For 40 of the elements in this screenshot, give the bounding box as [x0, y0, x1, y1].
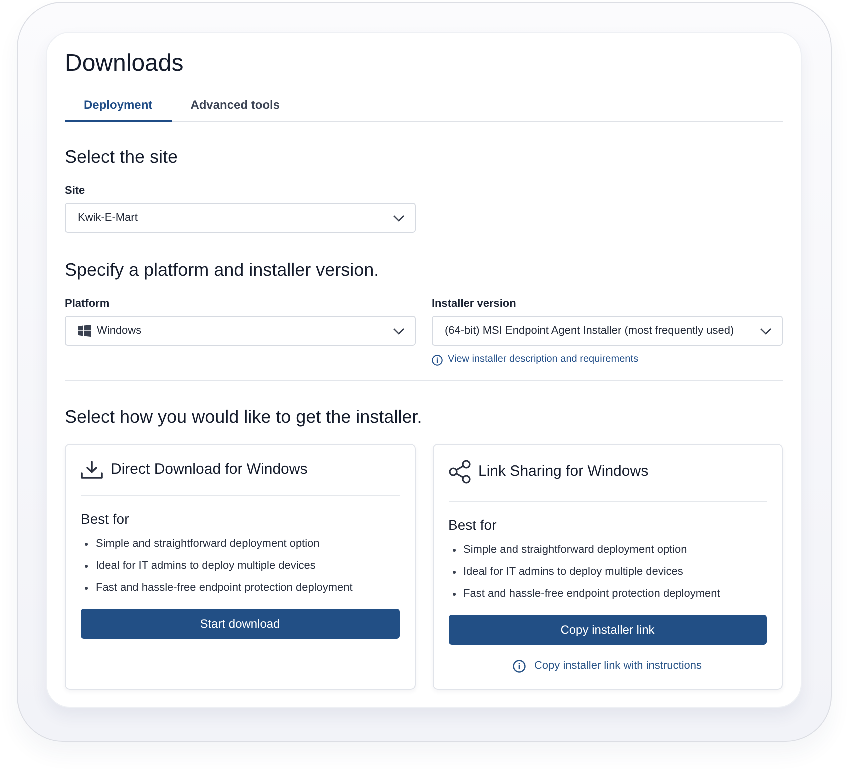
download-icon — [81, 461, 103, 479]
info-icon — [432, 354, 443, 366]
list-item-text: Ideal for IT admins to deploy multiple devices — [96, 560, 316, 572]
list-item-text: Simple and straightforward deployment option — [464, 544, 688, 556]
tab[interactable]: Advanced tools — [172, 90, 300, 122]
site-select[interactable]: Kwik-E-Mart — [65, 203, 416, 233]
bullet-icon — [452, 548, 456, 552]
field-label: Installer version — [432, 297, 516, 311]
card-subheading: Best for — [81, 510, 130, 528]
chevron-down-icon — [393, 328, 405, 334]
installer-version-select[interactable]: (64-bit) MSI Endpoint Agent Installer (most frequently used) — [432, 316, 783, 346]
card-subheading: Best for — [448, 516, 498, 534]
info-icon — [513, 660, 526, 672]
list-item-text: Fast and hassle-free endpoint protection deployment — [464, 588, 720, 600]
list-item-text: Fast and hassle-free endpoint protection deployment — [96, 582, 353, 594]
platform-select[interactable]: Windows — [65, 316, 416, 346]
list-item-text: Ideal for IT admins to deploy multiple devices — [464, 566, 684, 578]
chevron-down-icon — [393, 214, 405, 222]
card-title: Direct Download for Windows — [111, 461, 308, 479]
info-link[interactable]: View installer description and requirements — [432, 354, 638, 366]
action-button[interactable]: Copy installer link — [448, 615, 767, 645]
page-title: Downloads — [65, 49, 185, 79]
action-button[interactable]: Start download — [81, 609, 400, 639]
bullet-icon — [452, 570, 456, 574]
tab[interactable]: Deployment — [65, 90, 172, 122]
instructions-link[interactable]: Copy installer link with instructions — [513, 659, 702, 673]
field-label: Platform — [65, 297, 110, 311]
field-label: Site — [65, 184, 86, 198]
chevron-down-icon — [760, 328, 772, 334]
share-icon — [448, 460, 470, 484]
card-title: Link Sharing for Windows — [478, 463, 649, 481]
section-heading: Select the site — [65, 146, 180, 169]
windows-logo-icon — [78, 325, 91, 337]
bullet-icon — [85, 586, 88, 590]
bullet-icon — [85, 564, 88, 568]
bullet-icon — [452, 592, 456, 596]
list-item-text: Simple and straightforward deployment option — [96, 538, 320, 550]
bullet-icon — [85, 542, 88, 546]
section-heading: Select how you would like to get the installer. — [65, 406, 424, 429]
section-heading: Specify a platform and installer version. — [65, 259, 380, 282]
